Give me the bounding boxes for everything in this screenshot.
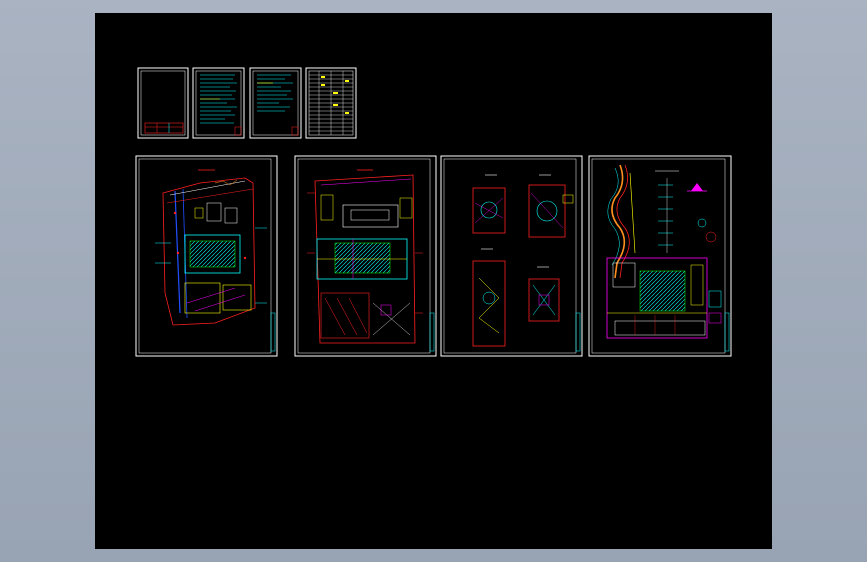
sheet-system[interactable] bbox=[588, 155, 732, 357]
sheet-notes-2[interactable] bbox=[249, 67, 302, 139]
sheet-plan-2[interactable] bbox=[294, 155, 437, 357]
sheet-details[interactable] bbox=[440, 155, 583, 357]
model-space bbox=[135, 67, 732, 357]
drawing-canvas[interactable] bbox=[95, 13, 772, 549]
sheet-cover[interactable] bbox=[137, 67, 189, 139]
sheet-plan-1[interactable] bbox=[135, 155, 278, 357]
sheet-notes-1[interactable] bbox=[192, 67, 245, 139]
sheet-schedule[interactable] bbox=[305, 67, 357, 139]
